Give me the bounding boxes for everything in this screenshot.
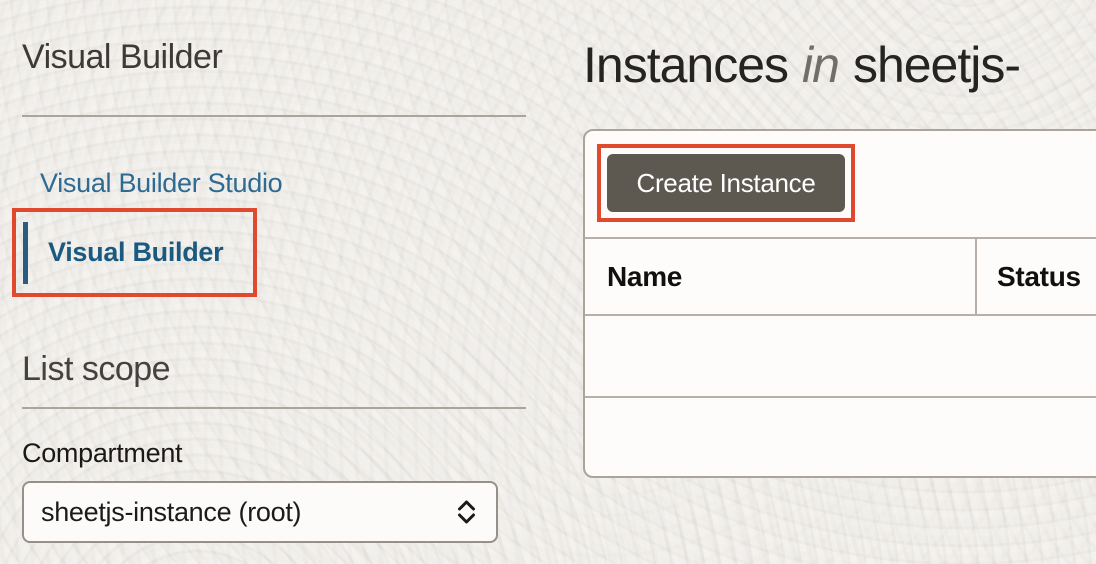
sidebar-title: Visual Builder [22, 38, 223, 76]
sidebar-item-visual-builder[interactable]: Visual Builder [48, 237, 224, 268]
table-header-row: Name Status [585, 237, 1096, 316]
page-title-in-connector: in [802, 37, 840, 93]
annotation-highlight-sidebar: Visual Builder [12, 208, 257, 297]
page-title: Instances in sheetjs- [583, 36, 1021, 94]
list-scope-heading: List scope [22, 350, 171, 388]
instances-panel: Create Instance Name Status [583, 129, 1096, 478]
sidebar-divider-top [22, 115, 526, 117]
table-row-empty [585, 398, 1096, 476]
annotation-highlight-create-button: Create Instance [597, 144, 855, 222]
compartment-select[interactable]: sheetjs-instance (root) [22, 481, 498, 543]
page-title-compartment-name: sheetjs- [852, 37, 1021, 93]
active-item-indicator-bar [23, 221, 28, 284]
create-instance-button[interactable]: Create Instance [607, 154, 845, 212]
compartment-label: Compartment [22, 438, 183, 468]
table-header-status: Status [997, 260, 1081, 292]
table-header-name: Name [585, 239, 977, 314]
list-scope-divider [22, 407, 526, 409]
compartment-select-value: sheetjs-instance (root) [41, 496, 302, 527]
page-title-instances: Instances [583, 37, 789, 93]
select-updown-icon [455, 498, 478, 526]
table-row-empty [585, 316, 1096, 398]
sidebar-item-visual-builder-studio[interactable]: Visual Builder Studio [40, 168, 283, 199]
